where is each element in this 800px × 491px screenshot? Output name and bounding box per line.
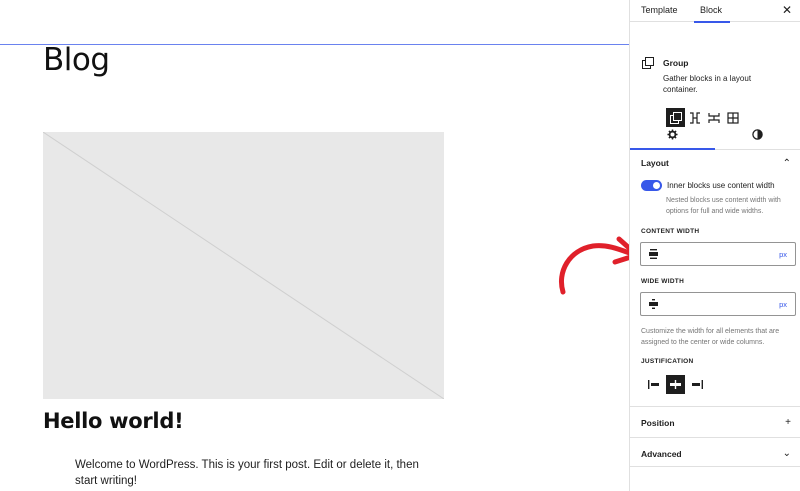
layout-panel: Layout ⌃ Inner blocks use content width … — [630, 150, 800, 407]
layout-panel-header[interactable]: Layout ⌃ — [630, 150, 800, 176]
wide-width-label: WIDE WIDTH — [641, 278, 685, 285]
content-width-icon — [649, 249, 658, 259]
styles-icon — [752, 128, 763, 140]
justify-right-button[interactable] — [688, 375, 707, 394]
tab-template[interactable]: Template — [641, 0, 691, 22]
settings-style-tabs — [630, 119, 800, 150]
position-panel: Position + — [630, 408, 800, 438]
wide-width-unit-select[interactable]: px — [779, 300, 787, 309]
sidebar-tabs: Template Block ✕ — [630, 0, 800, 23]
justification-label: JUSTIFICATION — [641, 358, 694, 365]
group-icon — [642, 57, 654, 69]
tab-block[interactable]: Block — [694, 0, 730, 23]
plus-icon: + — [785, 417, 791, 428]
wide-width-field[interactable]: px — [640, 292, 796, 316]
placeholder-diagonal — [43, 132, 444, 399]
post-title[interactable]: Hello world! — [43, 409, 184, 433]
settings-sidebar: Template Block ✕ Group Gather blocks in … — [629, 0, 800, 491]
block-name: Group — [663, 58, 689, 68]
editor-canvas[interactable]: Blog Hello world! Welcome to WordPress. … — [0, 0, 630, 491]
inner-blocks-help-text: Nested blocks use content width with opt… — [666, 197, 781, 215]
layout-panel-title: Layout — [641, 158, 669, 168]
position-panel-title: Position — [641, 417, 675, 428]
justify-center-button[interactable] — [666, 375, 685, 394]
advanced-panel-header[interactable]: Advanced ⌄ — [630, 439, 800, 468]
inner-blocks-toggle-label: Inner blocks use content width — [667, 181, 775, 190]
tab-settings[interactable] — [630, 119, 715, 150]
block-description: Gather blocks in a layout container. — [663, 74, 752, 94]
featured-image-placeholder[interactable] — [43, 132, 444, 399]
wide-width-icon — [649, 299, 658, 309]
chevron-up-icon: ⌃ — [782, 157, 791, 169]
inner-blocks-toggle[interactable] — [641, 180, 662, 191]
content-width-label: CONTENT WIDTH — [641, 228, 700, 235]
justify-center-icon — [670, 380, 681, 389]
position-panel-header[interactable]: Position + — [630, 408, 800, 437]
block-card: Group Gather blocks in a layout containe… — [630, 22, 800, 127]
content-width-field[interactable]: px — [640, 242, 796, 266]
inner-blocks-toggle-row: Inner blocks use content width — [641, 180, 775, 191]
close-icon[interactable]: ✕ — [780, 3, 794, 17]
advanced-panel: Advanced ⌄ — [630, 439, 800, 467]
advanced-panel-title: Advanced — [641, 448, 682, 459]
justify-right-icon — [692, 380, 703, 389]
tab-styles[interactable] — [715, 119, 800, 149]
post-excerpt[interactable]: Welcome to WordPress. This is your first… — [75, 457, 420, 489]
width-help-text: Customize the width for all elements tha… — [641, 328, 780, 346]
justification-group — [644, 375, 707, 394]
content-width-unit-select[interactable]: px — [779, 250, 787, 259]
chevron-down-icon: ⌄ — [782, 448, 791, 459]
justify-left-button[interactable] — [644, 375, 663, 394]
justify-left-icon — [648, 380, 659, 389]
gear-icon — [667, 128, 678, 140]
page-title[interactable]: Blog — [43, 42, 110, 78]
